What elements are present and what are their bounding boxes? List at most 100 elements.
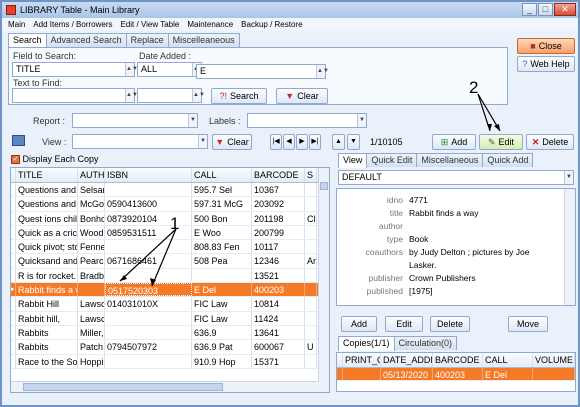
tab-copies[interactable]: Copies(1/1) <box>338 336 395 351</box>
cell-title: Rabbit finds a wa <box>16 283 78 297</box>
menu-main[interactable]: Main <box>8 20 25 29</box>
tab-quick-add[interactable]: Quick Add <box>482 153 534 167</box>
delete-button[interactable]: ✕ Delete <box>526 134 574 150</box>
col-title[interactable]: TITLE <box>16 168 78 182</box>
move-down-button[interactable]: ▼ <box>347 134 360 150</box>
detail-scrollbar[interactable] <box>564 189 575 305</box>
table-row[interactable]: Quick pivot; stor Fenne 808.83 Fen 10117 <box>11 240 329 255</box>
close-window-button[interactable]: ✕ <box>554 3 576 16</box>
display-each-copy-option[interactable]: ✓ Display Each Copy <box>11 154 99 165</box>
edit-button[interactable]: ✎ Edit <box>479 134 523 150</box>
window-title: LIBRARY Table - Main Library <box>20 5 140 15</box>
cell-title: Quicksand and c <box>18 254 78 268</box>
app-icon <box>6 5 16 15</box>
copy-delete-button[interactable]: Delete <box>430 316 470 332</box>
maximize-button[interactable]: □ <box>538 3 553 16</box>
text-to-find-input[interactable]: ▲▼ <box>12 88 138 103</box>
cell-call: 597.31 McG <box>192 197 252 211</box>
first-record-button[interactable]: |◀ <box>270 134 282 150</box>
cell-call: FIC Law <box>192 311 252 325</box>
table-row[interactable]: Rabbit hill, Lawsc FIC Law 11424 <box>11 311 329 326</box>
clear-search-button[interactable]: ▼ Clear <box>276 88 328 104</box>
report-select[interactable]: ▼ <box>72 113 198 128</box>
tab-miscellaneous[interactable]: Miscelleaneous <box>167 33 240 47</box>
copy-row[interactable]: 05/13/2020 400203 E Del <box>337 368 575 381</box>
secondary-value-input[interactable]: ▲▼ <box>137 88 205 103</box>
view-clear-button[interactable]: ▼ Clear <box>212 134 252 150</box>
table-row[interactable]: Questions and a Selsar 595.7 Sel 10367 <box>11 183 329 198</box>
tab-circulation[interactable]: Circulation(0) <box>393 336 458 350</box>
tab-view[interactable]: View <box>338 153 368 168</box>
cell-author: Lawsc <box>80 297 105 311</box>
arrowhead-icon <box>487 124 492 131</box>
profile-select[interactable]: DEFAULT ▼ <box>338 170 574 185</box>
table-header: TITLE AUTH ISBN CALL BARCODE S <box>11 168 329 183</box>
prev-record-button[interactable]: ◀ <box>283 134 295 150</box>
cell-status <box>305 225 317 240</box>
tab-quick-edit[interactable]: Quick Edit <box>366 153 418 167</box>
chevron-down-icon: ▼ <box>564 171 573 184</box>
col-copy-call[interactable]: CALL <box>483 353 533 367</box>
copies-table: PRINT_C DATE_ADDI BARCODE CALL VOLUME 05… <box>336 352 576 392</box>
col-barcode[interactable]: BARCODE <box>252 168 305 182</box>
field-to-search-select[interactable]: TITLE ▲▼ <box>12 62 138 77</box>
copy-add-button[interactable]: Add <box>341 316 377 332</box>
col-call[interactable]: CALL <box>192 168 252 182</box>
close-button[interactable]: ■ Close <box>517 38 575 54</box>
last-record-button[interactable]: ▶| <box>309 134 321 150</box>
add-button[interactable]: ⊞ Add <box>432 134 476 150</box>
col-status[interactable]: S <box>305 168 317 182</box>
menu-edit-view[interactable]: Edit / View Table <box>120 20 179 29</box>
table-row[interactable]: Questions and a McGo 0590413600 597.31 McG 2… <box>11 197 329 212</box>
table-row[interactable]: R is for rocket. Bradb 13521 <box>11 268 329 284</box>
web-help-button[interactable]: ? Web Help <box>517 56 575 72</box>
date-added-select[interactable]: ALL▲▼ <box>137 62 205 77</box>
menu-add-items[interactable]: Add Items / Borrowers <box>33 20 112 29</box>
title-bar[interactable]: LIBRARY Table - Main Library _ □ ✕ <box>2 2 578 18</box>
search-button[interactable]: ?! Search <box>211 88 267 104</box>
copy-move-button[interactable]: Move <box>508 316 548 332</box>
next-record-button[interactable]: ▶ <box>296 134 308 150</box>
scroll-thumb[interactable] <box>320 182 328 190</box>
tab-detail-miscellaneous[interactable]: Miscellaneous <box>416 153 484 167</box>
tab-advanced-search[interactable]: Advanced Search <box>45 33 127 47</box>
col-date-added[interactable]: DATE_ADDI <box>381 353 433 367</box>
table-row[interactable]: ▸Rabbit finds a wa0517520303E Del400203 <box>11 283 329 298</box>
e-value-input[interactable]: E ▲▼ <box>196 64 329 79</box>
cell-isbn: 0590413600 <box>105 197 192 211</box>
table-row[interactable]: Rabbits Patch 0794507972 636.9 Pat 600067 U <box>11 340 329 355</box>
col-print-copy[interactable]: PRINT_C <box>343 353 381 367</box>
cell-isbn <box>105 183 192 197</box>
cell-status <box>305 268 317 283</box>
cell-status <box>305 311 317 325</box>
cell-barcode: 11424 <box>252 311 305 325</box>
copy-edit-button[interactable]: Edit <box>385 316 423 332</box>
clear-filter-icon: ▼ <box>215 136 225 147</box>
table-row[interactable]: Rabbits Miller, 636.9 13641 <box>11 325 329 341</box>
annotation-1: 1 <box>170 214 180 233</box>
col-volume[interactable]: VOLUME <box>533 353 575 367</box>
col-copy-barcode[interactable]: BARCODE <box>433 353 483 367</box>
menu-backup[interactable]: Backup / Restore <box>241 20 302 29</box>
labels-select[interactable]: ▼ <box>247 113 367 128</box>
cell-call: 508 Pea <box>192 254 252 268</box>
view-select[interactable]: ▼ <box>72 134 208 149</box>
move-up-button[interactable]: ▲ <box>332 134 345 150</box>
cell-barcode: 15371 <box>252 354 305 368</box>
vertical-scrollbar[interactable] <box>318 168 329 392</box>
table-row[interactable]: Race to the Sou Hoppi 910.9 Hop 15371 <box>11 354 329 369</box>
checkbox-checked-icon[interactable]: ✓ <box>11 155 20 165</box>
horizontal-scrollbar[interactable] <box>11 381 319 392</box>
cell-status: Ar <box>307 254 317 268</box>
field-to-search-label: Field to Search: <box>13 51 77 61</box>
tab-replace[interactable]: Replace <box>125 33 169 47</box>
col-author[interactable]: AUTH <box>78 168 105 182</box>
tab-search[interactable]: Search <box>8 33 47 48</box>
menu-maintenance[interactable]: Maintenance <box>187 20 233 29</box>
table-row[interactable]: Rabbit Hill Lawsc 014031010X FIC Law 10814 <box>11 297 329 312</box>
table-row[interactable]: Quicksand and cPearc0671686461508 Pea123… <box>11 254 329 269</box>
scroll-thumb[interactable] <box>23 383 223 391</box>
col-isbn[interactable]: ISBN <box>105 168 192 182</box>
minimize-button[interactable]: _ <box>522 3 537 16</box>
table-view-icon[interactable] <box>12 135 25 146</box>
